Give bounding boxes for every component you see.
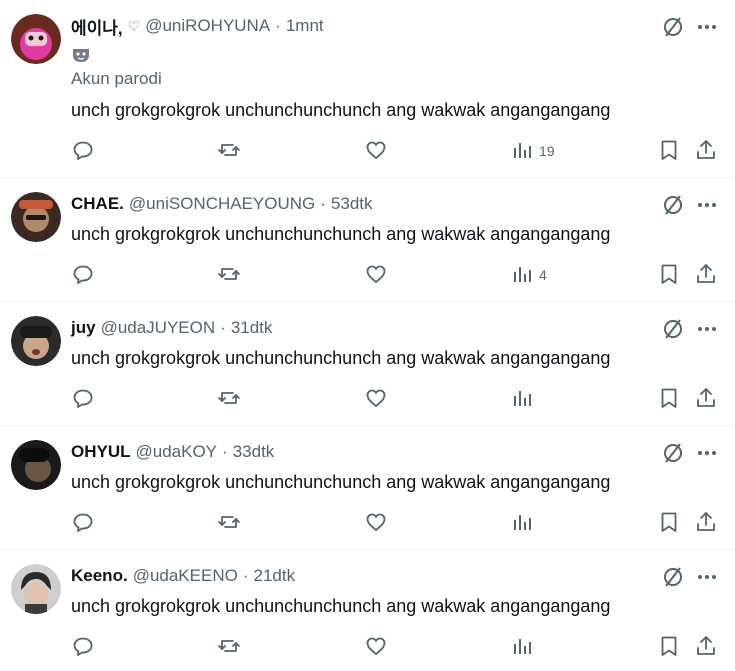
views-count: 4 xyxy=(539,267,547,283)
bookmark-icon[interactable] xyxy=(657,634,681,658)
reply-icon[interactable] xyxy=(71,138,95,162)
tweet-text: unch grokgrokgrok unchunchunchunch ang w… xyxy=(71,100,611,120)
views-icon[interactable] xyxy=(510,262,534,286)
more-options-icon[interactable] xyxy=(695,441,719,465)
tweet-text: unch grokgrokgrok unchunchunchunch ang w… xyxy=(71,472,611,492)
tweet[interactable]: Keeno. @udaKEENO · 21dtk unch grokgrokgr… xyxy=(0,550,735,671)
more-options-icon[interactable] xyxy=(695,317,719,341)
views-icon[interactable] xyxy=(510,510,534,534)
grok-icon[interactable] xyxy=(661,565,685,589)
tweet-header: 에이나, ♡ @uniROHYUNA · 1mnt xyxy=(71,14,324,38)
avatar[interactable] xyxy=(11,316,61,366)
bookmark-icon[interactable] xyxy=(657,510,681,534)
username[interactable]: @uniSONCHAEYOUNG xyxy=(129,194,315,214)
parody-label: Akun parodi xyxy=(71,69,162,88)
display-name[interactable]: CHAE. xyxy=(71,194,124,214)
more-options-icon[interactable] xyxy=(695,565,719,589)
views-icon[interactable] xyxy=(510,634,534,658)
like-icon[interactable] xyxy=(364,386,388,410)
timeline: 에이나, ♡ @uniROHYUNA · 1mnt Akun parodi un… xyxy=(0,0,735,671)
username[interactable]: @uniROHYUNA xyxy=(145,16,270,36)
share-icon[interactable] xyxy=(694,510,718,534)
tweet-text: unch grokgrokgrok unchunchunchunch ang w… xyxy=(71,348,611,368)
display-name[interactable]: juy xyxy=(71,318,96,338)
display-name[interactable]: OHYUL xyxy=(71,442,131,462)
timestamp[interactable]: 33dtk xyxy=(233,442,275,462)
like-icon[interactable] xyxy=(364,262,388,286)
share-icon[interactable] xyxy=(694,634,718,658)
username[interactable]: @udaKOY xyxy=(136,442,218,462)
bookmark-icon[interactable] xyxy=(657,138,681,162)
separator: · xyxy=(320,194,326,213)
name-heart: ♡ xyxy=(127,17,141,34)
views-count: 19 xyxy=(539,143,555,159)
tweet-header: CHAE. @uniSONCHAEYOUNG · 53dtk xyxy=(71,192,373,216)
repost-icon[interactable] xyxy=(217,138,241,162)
repost-icon[interactable] xyxy=(217,386,241,410)
views-icon[interactable] xyxy=(510,138,534,162)
username[interactable]: @udaJUYEON xyxy=(101,318,216,338)
share-icon[interactable] xyxy=(694,262,718,286)
tweet-text: unch grokgrokgrok unchunchunchunch ang w… xyxy=(71,596,611,616)
tweet-header: OHYUL @udaKOY · 33dtk xyxy=(71,440,274,464)
like-icon[interactable] xyxy=(364,634,388,658)
avatar[interactable] xyxy=(11,192,61,242)
like-icon[interactable] xyxy=(364,138,388,162)
repost-icon[interactable] xyxy=(217,262,241,286)
display-name[interactable]: Keeno. xyxy=(71,566,128,586)
tweet[interactable]: OHYUL @udaKOY · 33dtk unch grokgrokgrok … xyxy=(0,426,735,550)
timestamp[interactable]: 53dtk xyxy=(331,194,373,214)
reply-icon[interactable] xyxy=(71,262,95,286)
separator: · xyxy=(275,16,281,35)
tweet[interactable]: 에이나, ♡ @uniROHYUNA · 1mnt Akun parodi un… xyxy=(0,0,735,178)
like-icon[interactable] xyxy=(364,510,388,534)
separator: · xyxy=(220,318,226,337)
bookmark-icon[interactable] xyxy=(657,386,681,410)
tweet-text: unch grokgrokgrok unchunchunchunch ang w… xyxy=(71,224,611,244)
share-icon[interactable] xyxy=(694,138,718,162)
tweet[interactable]: juy @udaJUYEON · 31dtk unch grokgrokgrok… xyxy=(0,302,735,426)
share-icon[interactable] xyxy=(694,386,718,410)
grok-icon[interactable] xyxy=(661,193,685,217)
tweet[interactable]: CHAE. @uniSONCHAEYOUNG · 53dtk unch grok… xyxy=(0,178,735,302)
avatar[interactable] xyxy=(11,14,61,64)
parody-mask-icon xyxy=(71,47,91,63)
grok-icon[interactable] xyxy=(661,317,685,341)
timestamp[interactable]: 21dtk xyxy=(254,566,296,586)
grok-icon[interactable] xyxy=(661,15,685,39)
repost-icon[interactable] xyxy=(217,510,241,534)
tweet-header: juy @udaJUYEON · 31dtk xyxy=(71,316,272,340)
reply-icon[interactable] xyxy=(71,510,95,534)
display-name[interactable]: 에이나, xyxy=(71,14,123,39)
tweet-header: Keeno. @udaKEENO · 21dtk xyxy=(71,564,295,588)
repost-icon[interactable] xyxy=(217,634,241,658)
avatar[interactable] xyxy=(11,440,61,490)
separator: · xyxy=(242,566,249,585)
separator: · xyxy=(222,442,228,461)
reply-icon[interactable] xyxy=(71,386,95,410)
timestamp[interactable]: 31dtk xyxy=(231,318,273,338)
more-options-icon[interactable] xyxy=(695,193,719,217)
reply-icon[interactable] xyxy=(71,634,95,658)
avatar[interactable] xyxy=(11,564,61,614)
bookmark-icon[interactable] xyxy=(657,262,681,286)
username[interactable]: @udaKEENO xyxy=(133,566,238,586)
more-options-icon[interactable] xyxy=(695,15,719,39)
views-icon[interactable] xyxy=(510,386,534,410)
timestamp[interactable]: 1mnt xyxy=(286,16,324,36)
grok-icon[interactable] xyxy=(661,441,685,465)
